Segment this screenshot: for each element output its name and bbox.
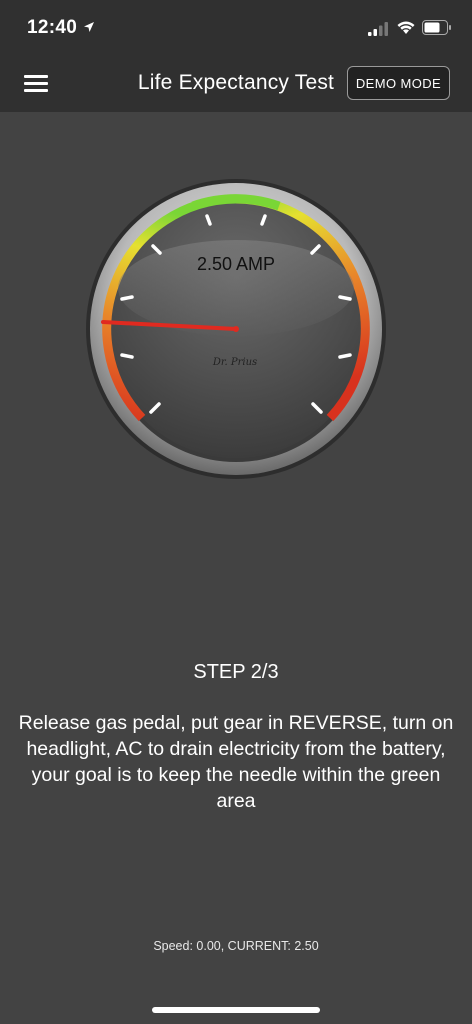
amp-gauge xyxy=(86,179,386,479)
instruction-text: Release gas pedal, put gear in REVERSE, … xyxy=(18,712,454,812)
demo-mode-button[interactable]: DEMO MODE xyxy=(347,66,450,100)
wifi-icon xyxy=(397,21,415,34)
hamburger-icon xyxy=(24,75,48,78)
status-time: 12:40 xyxy=(27,17,78,38)
status-bar: 12:40 xyxy=(0,0,472,58)
battery-icon xyxy=(422,20,451,35)
speed-current-status: Speed: 0.00, CURRENT: 2.50 xyxy=(153,939,319,953)
location-arrow-icon xyxy=(84,22,94,32)
gauge-brand-logo: Dr. Prius xyxy=(212,357,258,368)
page-title: Life Expectancy Test xyxy=(137,71,335,94)
home-indicator[interactable] xyxy=(152,1007,320,1013)
gauge-reading: 2.50 AMP xyxy=(196,254,276,274)
nav-bar: Life Expectancy Test DEMO MODE xyxy=(0,58,472,112)
step-indicator: STEP 2/3 xyxy=(193,661,279,683)
cellular-signal-icon xyxy=(368,22,388,36)
menu-button[interactable] xyxy=(20,71,52,97)
